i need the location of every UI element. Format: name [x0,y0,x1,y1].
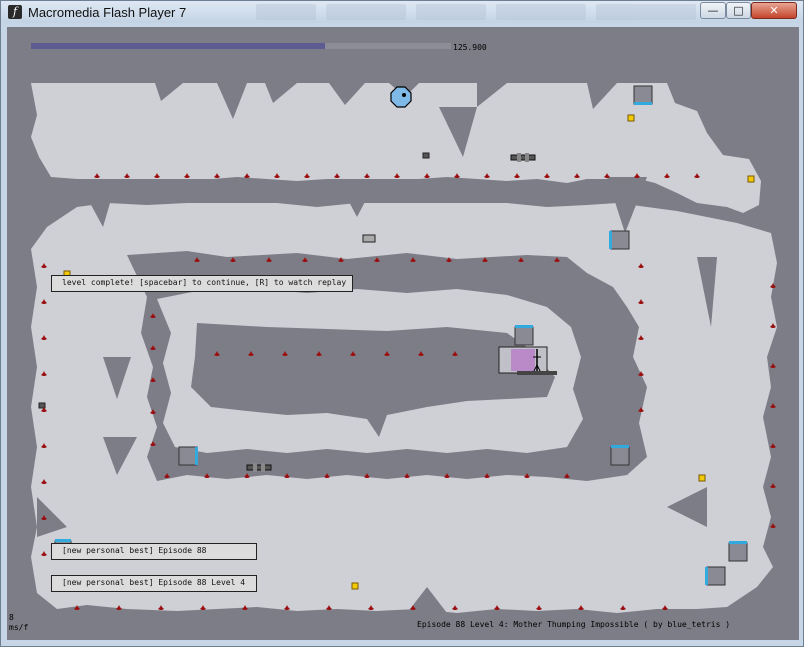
level-complete-message: level complete! [spacebar] to continue, … [51,275,353,292]
window-title: Macromedia Flash Player 7 [28,5,187,20]
flash-player-window: f Macromedia Flash Player 7 — □ ✕ 125.90… [0,0,804,647]
mine-icon [770,403,776,408]
mine-icon [770,523,776,528]
maximize-button[interactable]: □ [726,2,751,19]
player-ninja-icon [390,86,412,108]
game-stage[interactable]: 125.900 8 ms/f Episode 88 Level 4: Mothe… [7,27,799,640]
close-icon: ✕ [769,4,779,17]
personal-best-episode-message: [new personal best] Episode 88 [51,543,257,560]
timer-value: 125.900 [453,43,487,52]
background-taskbar-ghost [256,4,696,20]
timer-bar-fill [31,43,325,49]
level-info: Episode 88 Level 4: Mother Thumping Impo… [417,620,730,629]
flash-app-icon: f [8,5,22,19]
mine-icon [770,443,776,448]
frame-ms-unit: ms/f [9,623,28,632]
close-button[interactable]: ✕ [751,2,797,19]
frame-ms-value: 8 [9,613,14,622]
minimize-button[interactable]: — [700,2,726,19]
title-bar: f Macromedia Flash Player 7 — □ ✕ [1,1,803,23]
mine-icon [770,483,776,488]
personal-best-level-message: [new personal best] Episode 88 Level 4 [51,575,257,592]
mine-icon [770,363,776,368]
minimize-icon: — [707,4,719,17]
maximize-icon: □ [733,4,744,17]
